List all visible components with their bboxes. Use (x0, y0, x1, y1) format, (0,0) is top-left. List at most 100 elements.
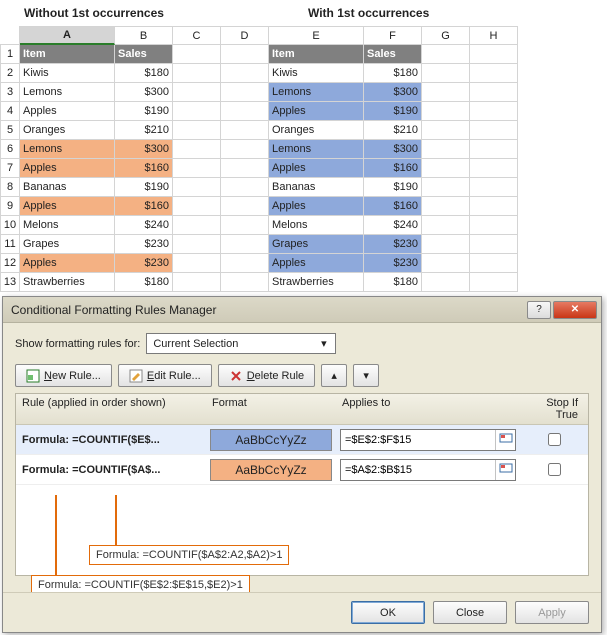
col-header[interactable]: H (470, 26, 518, 45)
cell[interactable]: $160 (115, 159, 173, 178)
cell[interactable]: Kiwis (269, 64, 364, 83)
cell[interactable] (221, 254, 269, 273)
cell[interactable] (173, 254, 221, 273)
apply-button[interactable]: Apply (515, 601, 589, 624)
cell[interactable]: Melons (20, 216, 115, 235)
cell[interactable]: Strawberries (20, 273, 115, 292)
cell[interactable] (422, 273, 470, 292)
cell[interactable]: $180 (364, 64, 422, 83)
cell[interactable] (221, 102, 269, 121)
cell[interactable]: Bananas (20, 178, 115, 197)
cell[interactable] (470, 273, 518, 292)
cell[interactable]: $300 (115, 140, 173, 159)
row-header[interactable]: 10 (0, 216, 20, 235)
move-up-button[interactable]: ▴ (321, 364, 347, 387)
row-header[interactable]: 13 (0, 273, 20, 292)
cell[interactable] (173, 159, 221, 178)
cell[interactable] (422, 121, 470, 140)
rule-row[interactable]: Formula: =COUNTIF($E$... AaBbCcYyZz (16, 425, 588, 455)
table-header[interactable]: Sales (364, 45, 422, 64)
cell[interactable] (173, 83, 221, 102)
applies-input[interactable] (341, 460, 495, 480)
cell[interactable] (221, 216, 269, 235)
cell[interactable] (422, 140, 470, 159)
cell[interactable] (173, 273, 221, 292)
cell[interactable] (173, 121, 221, 140)
row-header[interactable]: 8 (0, 178, 20, 197)
cell[interactable] (422, 178, 470, 197)
cell[interactable]: Strawberries (269, 273, 364, 292)
row-header[interactable]: 4 (0, 102, 20, 121)
close-button[interactable]: ✕ (553, 301, 597, 319)
new-rule-button[interactable]: New Rule... (15, 364, 112, 387)
cell[interactable]: $300 (115, 83, 173, 102)
row-header[interactable]: 6 (0, 140, 20, 159)
cell[interactable]: Lemons (20, 83, 115, 102)
stop-if-true-checkbox[interactable] (548, 463, 561, 476)
cell[interactable]: $180 (115, 64, 173, 83)
cell[interactable]: $160 (364, 197, 422, 216)
cell[interactable] (173, 216, 221, 235)
cell[interactable] (470, 178, 518, 197)
cell[interactable] (470, 102, 518, 121)
cell[interactable]: $160 (364, 159, 422, 178)
cell[interactable]: $180 (115, 273, 173, 292)
rule-row[interactable]: Formula: =COUNTIF($A$... AaBbCcYyZz (16, 455, 588, 485)
col-header[interactable]: D (221, 26, 269, 45)
row-header[interactable]: 11 (0, 235, 20, 254)
cell[interactable]: $190 (115, 178, 173, 197)
cell[interactable] (470, 45, 518, 64)
table-header[interactable]: Sales (115, 45, 173, 64)
table-header[interactable]: Item (269, 45, 364, 64)
cell[interactable]: $180 (364, 273, 422, 292)
cell[interactable]: $190 (364, 102, 422, 121)
stop-if-true-checkbox[interactable] (548, 433, 561, 446)
cell[interactable] (221, 45, 269, 64)
cell[interactable]: Apples (269, 159, 364, 178)
cell[interactable] (173, 64, 221, 83)
cell[interactable] (422, 45, 470, 64)
cell[interactable]: $300 (364, 140, 422, 159)
col-header[interactable]: E (269, 26, 364, 45)
close-dialog-button[interactable]: Close (433, 601, 507, 624)
cell[interactable] (173, 197, 221, 216)
cell[interactable]: Grapes (20, 235, 115, 254)
cell[interactable] (470, 64, 518, 83)
col-header[interactable]: G (422, 26, 470, 45)
cell[interactable]: $230 (364, 235, 422, 254)
move-down-button[interactable]: ▾ (353, 364, 379, 387)
cell[interactable]: Lemons (269, 140, 364, 159)
cell[interactable] (470, 254, 518, 273)
cell[interactable] (173, 178, 221, 197)
cell[interactable] (221, 64, 269, 83)
cell[interactable]: $230 (364, 254, 422, 273)
cell[interactable]: $210 (364, 121, 422, 140)
cell[interactable] (173, 235, 221, 254)
cell[interactable]: Apples (269, 197, 364, 216)
cell[interactable] (422, 83, 470, 102)
cell[interactable] (422, 197, 470, 216)
cell[interactable] (470, 197, 518, 216)
cell[interactable] (470, 235, 518, 254)
col-header[interactable]: C (173, 26, 221, 45)
cell[interactable] (221, 235, 269, 254)
cell[interactable]: Apples (269, 102, 364, 121)
cell[interactable] (221, 83, 269, 102)
range-picker-icon[interactable] (495, 430, 515, 450)
row-header[interactable]: 7 (0, 159, 20, 178)
cell[interactable] (221, 140, 269, 159)
cell[interactable]: $190 (364, 178, 422, 197)
row-header[interactable]: 5 (0, 121, 20, 140)
help-button[interactable]: ? (527, 301, 551, 319)
cell[interactable] (470, 159, 518, 178)
cell[interactable]: $230 (115, 235, 173, 254)
edit-rule-button[interactable]: Edit Rule... (118, 364, 212, 387)
col-header[interactable]: A (20, 26, 115, 45)
cell[interactable]: $240 (364, 216, 422, 235)
cell[interactable] (422, 235, 470, 254)
cell[interactable]: Lemons (20, 140, 115, 159)
cell[interactable] (221, 121, 269, 140)
cell[interactable]: Melons (269, 216, 364, 235)
cell[interactable] (422, 64, 470, 83)
cell[interactable] (221, 178, 269, 197)
